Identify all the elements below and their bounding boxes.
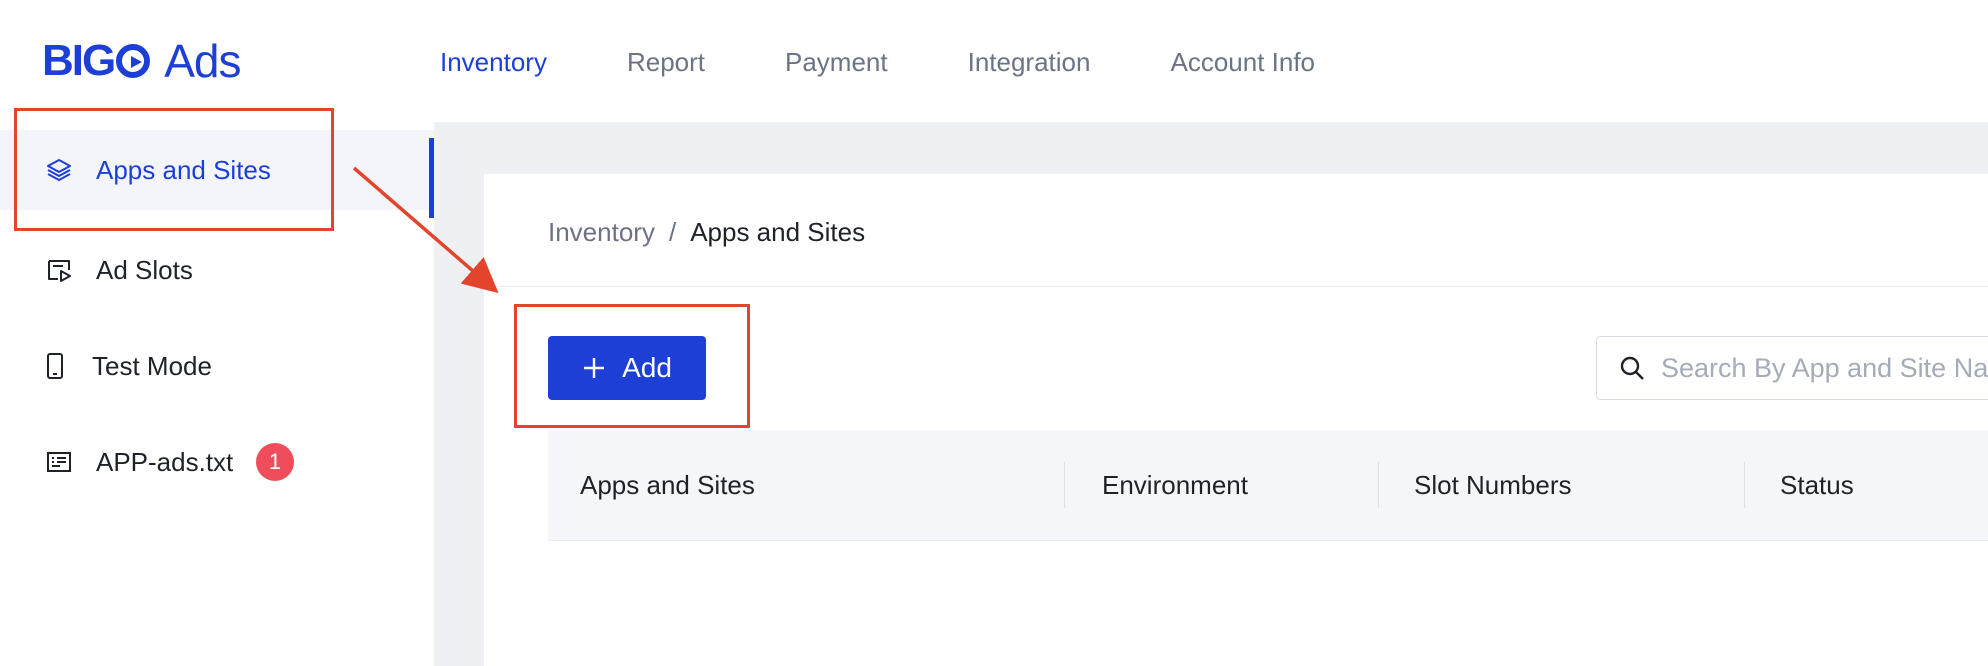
sidebar-item-label: Test Mode (92, 350, 212, 381)
bigo-ads-logo[interactable]: BIG Ads (42, 35, 242, 87)
sidebar-item-app-ads-txt[interactable]: APP-ads.txt 1 (0, 422, 434, 502)
annotation-highlight-apps-and-sites (14, 108, 334, 231)
sidebar-item-ad-slots[interactable]: Ad Slots (0, 230, 434, 310)
column-header-status[interactable]: Status (1780, 430, 1854, 540)
sidebar-item-label: APP-ads.txt (96, 446, 234, 477)
column-divider (1064, 462, 1065, 508)
search-box[interactable] (1596, 336, 1988, 400)
header-divider (484, 286, 1988, 287)
mobile-icon (40, 351, 70, 381)
sidebar-item-label: Ad Slots (96, 254, 193, 285)
logo-text-light: Ads (164, 35, 241, 87)
nav-item-account-info[interactable]: Account Info (1170, 40, 1315, 84)
column-header-environment[interactable]: Environment (1102, 430, 1248, 540)
logo-play-icon (116, 44, 151, 78)
column-header-slot-numbers[interactable]: Slot Numbers (1414, 430, 1572, 540)
nav-item-inventory[interactable]: Inventory (440, 40, 547, 84)
top-nav: Inventory Report Payment Integration Acc… (440, 40, 1395, 84)
top-header: BIG Ads Inventory Report Payment Integra… (0, 0, 1988, 122)
column-divider (1744, 462, 1745, 508)
search-icon (1619, 355, 1645, 381)
column-header-apps-and-sites[interactable]: Apps and Sites (580, 430, 755, 540)
sidebar-item-test-mode[interactable]: Test Mode (0, 326, 434, 406)
breadcrumb-separator: / (668, 217, 677, 247)
notification-badge: 1 (256, 443, 294, 481)
search-input[interactable] (1659, 351, 1988, 385)
table-header: Apps and Sites Environment Slot Numbers … (548, 430, 1988, 541)
breadcrumb-current: Apps and Sites (690, 217, 866, 247)
nav-item-integration[interactable]: Integration (968, 40, 1091, 84)
nav-item-payment[interactable]: Payment (785, 40, 888, 84)
breadcrumb: Inventory / Apps and Sites (548, 214, 865, 250)
logo-text-bold: BIG (42, 36, 116, 85)
text-file-icon (44, 447, 74, 477)
ad-slot-icon (44, 255, 74, 285)
breadcrumb-inventory-link[interactable]: Inventory (548, 214, 655, 250)
nav-item-report[interactable]: Report (627, 40, 705, 84)
column-divider (1378, 462, 1379, 508)
annotation-highlight-add-button (514, 304, 750, 428)
